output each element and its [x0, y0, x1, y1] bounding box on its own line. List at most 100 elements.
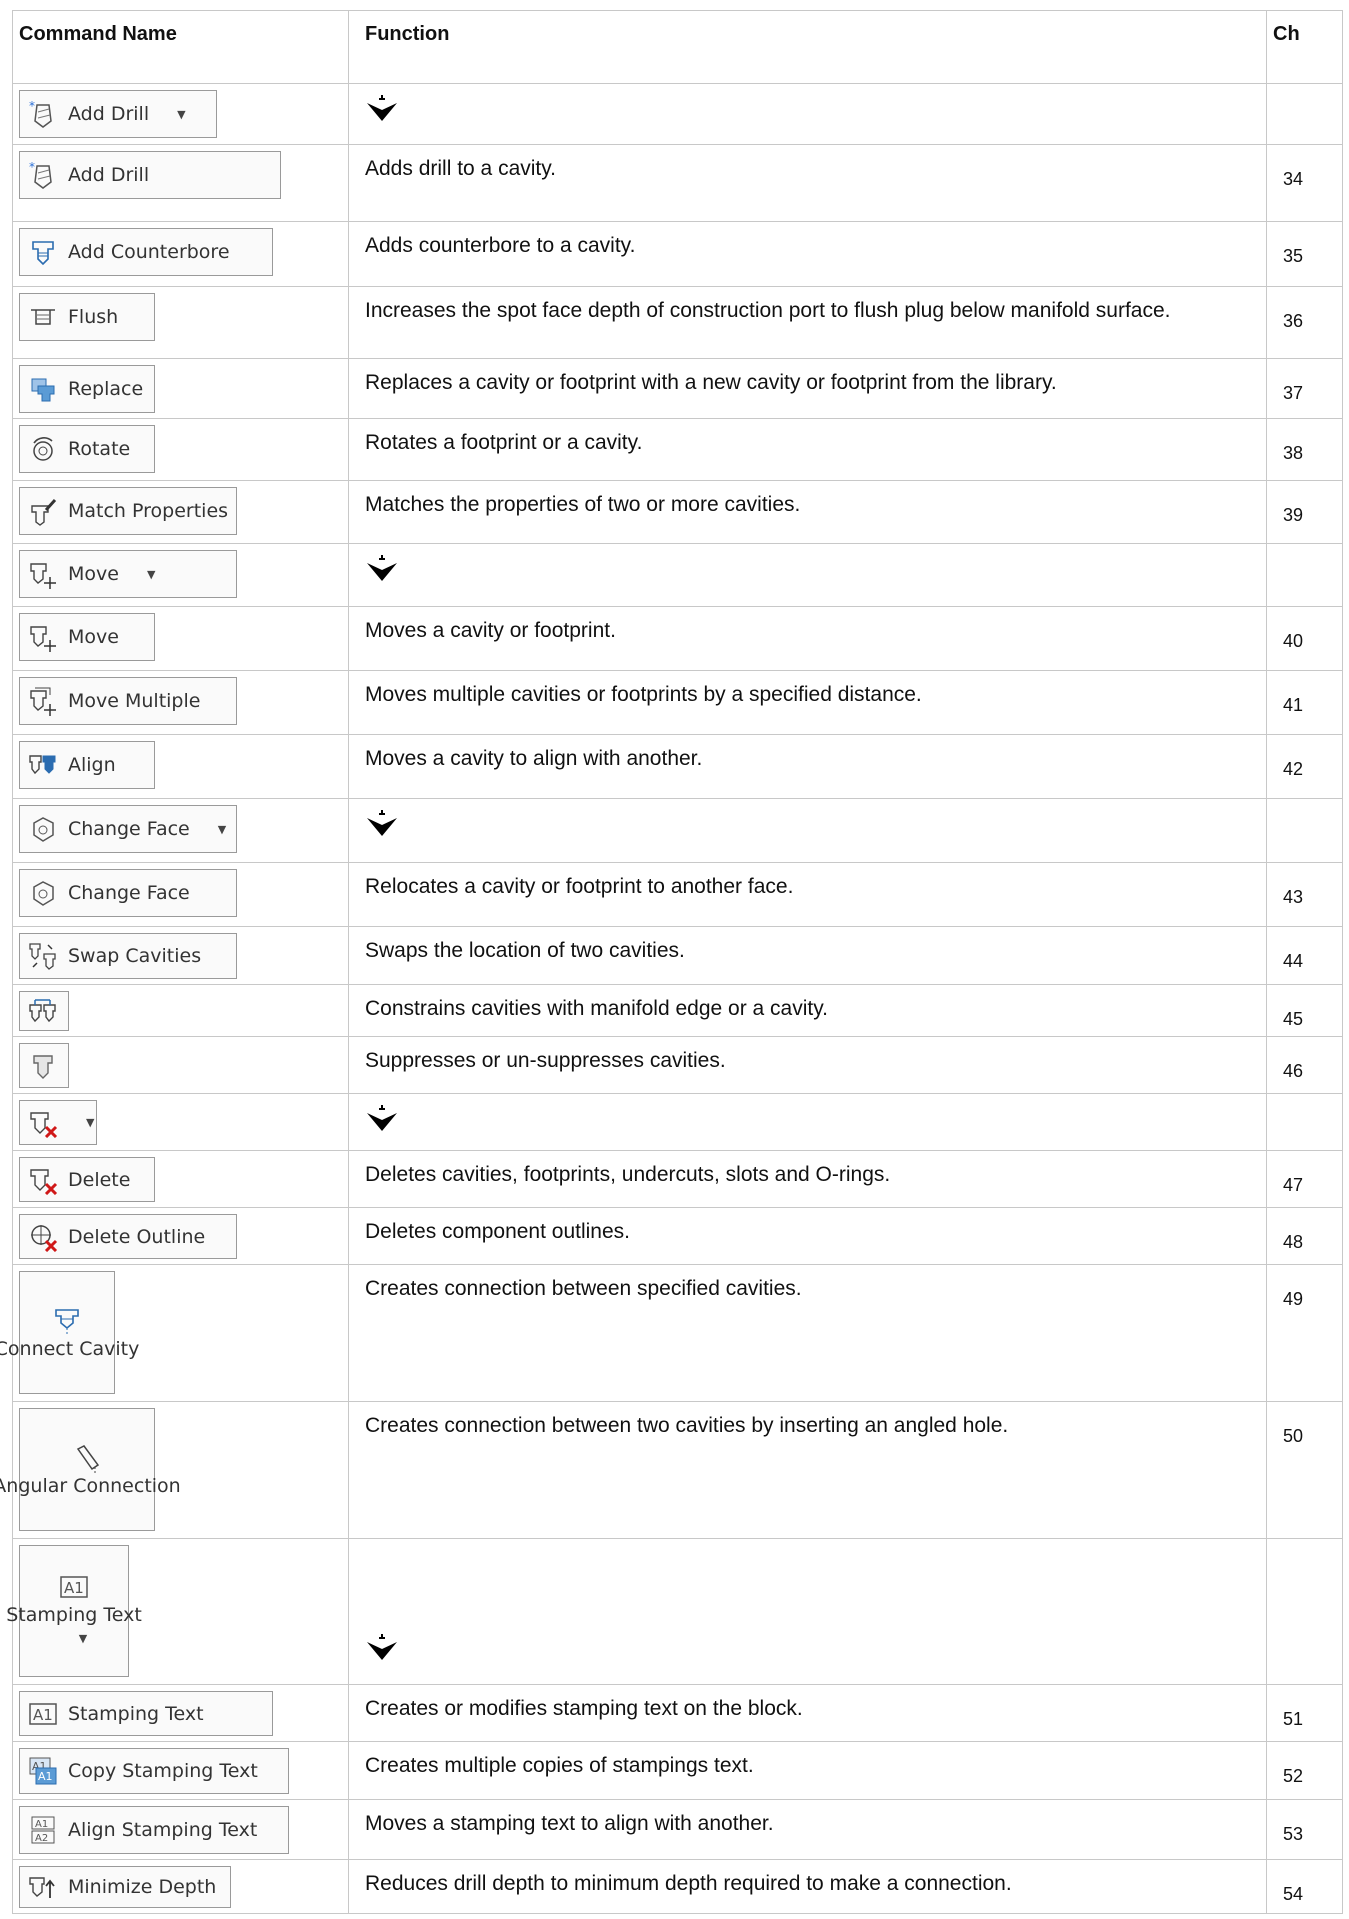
command-button[interactable]: A1 A1 Copy Stamping Text	[19, 1748, 289, 1794]
command-button[interactable]: ▼	[19, 1100, 97, 1145]
chapter-cell: 48	[1266, 1207, 1343, 1265]
command-button[interactable]: Match Properties	[19, 487, 237, 535]
svg-text:A2: A2	[35, 1833, 48, 1844]
table-row: ▼	[12, 1093, 1343, 1151]
function-text: Creates multiple copies of stampings tex…	[365, 1754, 754, 1777]
chapter-cell: 51	[1266, 1684, 1343, 1742]
command-cell: ▼	[12, 1093, 349, 1151]
command-label: Move Multiple	[68, 690, 201, 712]
command-button[interactable]: Move ▼	[19, 550, 237, 598]
function-text: Reduces drill depth to minimum depth req…	[365, 1872, 1012, 1895]
command-button[interactable]: Swap Cavities	[19, 933, 237, 979]
chapter-cell: 39	[1266, 480, 1343, 544]
command-label: Move	[68, 563, 119, 585]
chapter-cell: 50	[1266, 1401, 1343, 1539]
table-row: Connect Cavity Creates connection between…	[0, 1264, 1343, 1402]
command-cell: Align	[12, 734, 349, 799]
command-button[interactable]: A1 A2 Align Stamping Text	[19, 1806, 289, 1854]
command-button[interactable]: A1 Stamping Text ▼	[6, 1545, 142, 1677]
command-button[interactable]: Replace	[19, 365, 155, 413]
function-cell: Deletes component outlines.	[348, 1207, 1267, 1265]
function-text: Rotates a footprint or a cavity.	[365, 431, 643, 454]
counterbore-icon	[28, 237, 58, 267]
command-label: Rotate	[68, 438, 131, 460]
command-button[interactable]: Change Face	[19, 869, 237, 917]
chapter-cell: 46	[1266, 1036, 1343, 1094]
command-button[interactable]: Add Counterbore	[19, 228, 273, 276]
command-cell: A1 Stamping Text	[12, 1684, 349, 1742]
chapter-cell: 41	[1266, 670, 1343, 735]
command-label: Flush	[68, 306, 119, 328]
command-button[interactable]: * Add Drill	[19, 151, 281, 199]
command-button[interactable]: Move Multiple	[19, 677, 237, 725]
function-cell: Moves a cavity or footprint.	[348, 606, 1267, 671]
table-row: A1 A1 Copy Stamping Text Creates multiple c…	[12, 1741, 1343, 1800]
move-icon	[28, 622, 58, 652]
command-button[interactable]	[19, 1043, 69, 1088]
command-button[interactable]: Align	[19, 741, 155, 789]
command-button[interactable]: A1 Stamping Text	[19, 1691, 273, 1736]
function-text: Deletes component outlines.	[365, 1220, 630, 1243]
chapter-cell: 43	[1266, 862, 1343, 927]
stamping-text-icon: A1	[28, 1699, 58, 1729]
command-cell: A1 Stamping Text ▼	[6, 1538, 349, 1685]
table-row: Replace Replaces a cavity or footprint wi…	[12, 358, 1343, 419]
command-button[interactable]: * Add Drill ▼	[19, 90, 217, 138]
command-button[interactable]: Delete	[19, 1157, 155, 1202]
command-button[interactable]: Move	[19, 613, 155, 661]
table-row: Delete Outline Deletes component outlines…	[12, 1207, 1343, 1265]
function-cell: Moves a stamping text to align with anot…	[348, 1799, 1267, 1860]
function-cell: Relocates a cavity or footprint to anoth…	[348, 862, 1267, 927]
table-row: A1 A2 Align Stamping Text Moves a stamping …	[12, 1799, 1343, 1860]
function-cell: Adds drill to a cavity.	[348, 144, 1267, 222]
command-button[interactable]: Change Face ▼	[19, 805, 237, 853]
chapter-number: 49	[1283, 1289, 1304, 1309]
command-button[interactable]: Flush	[19, 293, 155, 341]
function-cell: Replaces a cavity or footprint with a ne…	[348, 358, 1267, 419]
command-button[interactable]: Connect Cavity	[0, 1271, 139, 1394]
dropdown-caret-icon: ▼	[177, 107, 186, 121]
command-button[interactable]: Delete Outline	[19, 1214, 237, 1259]
flush-icon	[28, 302, 58, 332]
swap-cavities-icon	[28, 941, 58, 971]
command-cell: Connect Cavity	[0, 1264, 349, 1402]
table-row: Add Counterbore Adds counterbore to a cav…	[12, 221, 1343, 287]
function-text: Creates or modifies stamping text on the…	[365, 1697, 803, 1720]
function-text: Constrains cavities with manifold edge o…	[365, 997, 828, 1020]
drill-icon: *	[28, 160, 58, 190]
function-cell: Creates connection between specified cav…	[348, 1264, 1267, 1402]
table-row: Change Face Relocates a cavity or footpri…	[12, 862, 1343, 927]
table-row: Match Properties Matches the properties o…	[12, 480, 1343, 544]
chapter-number: 40	[1283, 631, 1304, 651]
expand-arrow-icon	[367, 810, 397, 836]
ch-header: Ch	[1266, 10, 1343, 84]
command-label: Angular Connection	[0, 1474, 181, 1497]
chapter-number: 41	[1283, 695, 1304, 715]
table-row: Move Multiple Moves multiple cavities or …	[12, 670, 1343, 735]
command-label: Align	[68, 754, 116, 776]
header-row: Command Name Function Ch	[12, 10, 1343, 84]
svg-text:*: *	[29, 160, 35, 174]
function-text: Deletes cavities, footprints, undercuts,…	[365, 1163, 891, 1186]
function-cell: Adds counterbore to a cavity.	[348, 221, 1267, 287]
command-button[interactable]: Minimize Depth	[19, 1866, 231, 1908]
command-button[interactable]: Rotate	[19, 425, 155, 473]
table-row: * Add Drill ▼	[12, 83, 1343, 145]
rotate-icon	[28, 434, 58, 464]
function-cell: Swaps the location of two cavities.	[348, 926, 1267, 985]
chapter-number: 47	[1283, 1175, 1304, 1195]
change-face-icon	[28, 878, 58, 908]
match-properties-icon	[28, 496, 58, 526]
chapter-number: 45	[1283, 1009, 1304, 1029]
command-button[interactable]	[19, 991, 69, 1031]
command-label: Match Properties	[68, 500, 229, 522]
chapter-cell: 36	[1266, 286, 1343, 359]
command-label: Move	[68, 626, 119, 648]
command-button[interactable]: Angular Connection	[0, 1408, 181, 1531]
command-cell: Angular Connection	[0, 1401, 349, 1539]
function-cell: Suppresses or un-suppresses cavities.	[348, 1036, 1267, 1094]
command-cell: Replace	[12, 358, 349, 419]
chapter-cell	[1266, 1538, 1343, 1685]
stamping-text-icon: A1	[59, 1572, 89, 1602]
chapter-cell: 52	[1266, 1741, 1343, 1800]
